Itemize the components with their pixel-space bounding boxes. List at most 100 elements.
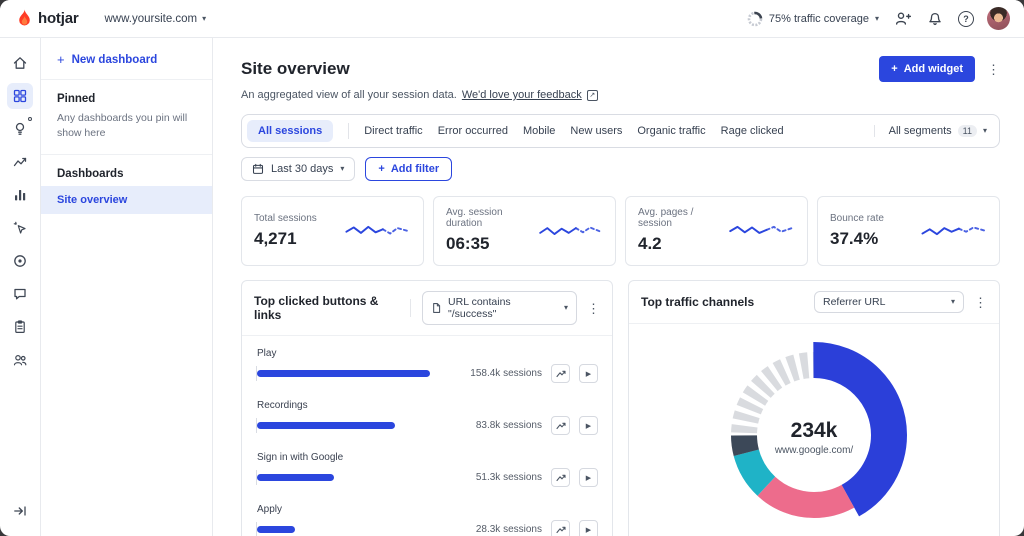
invite-user-button[interactable]: [892, 9, 912, 29]
rail-insights-button[interactable]: [7, 116, 33, 142]
sidebar-item-site-overview[interactable]: Site overview: [41, 186, 212, 215]
segment-mobile[interactable]: Mobile: [523, 125, 555, 137]
new-dashboard-button[interactable]: + New dashboard: [41, 38, 212, 80]
bar: [257, 422, 396, 429]
bar-track: [256, 418, 449, 433]
play-recordings-button[interactable]: ▶: [579, 468, 598, 487]
site-selector[interactable]: www.yoursite.com ▾: [104, 13, 206, 25]
donut-svg: [721, 342, 907, 528]
record-target-icon: [14, 255, 26, 267]
link-label: Apply: [257, 504, 283, 515]
rail-surveys-button[interactable]: [7, 314, 33, 340]
play-recordings-button[interactable]: ▶: [579, 364, 598, 383]
segment-divider: [348, 123, 350, 139]
segments-count-badge: 11: [957, 125, 977, 137]
app-shell: + New dashboard Pinned Any dashboards yo…: [0, 38, 1024, 536]
play-icon: ▶: [585, 422, 592, 430]
sidebar: + New dashboard Pinned Any dashboards yo…: [41, 38, 213, 536]
stat-label: Total sessions: [254, 212, 317, 224]
help-button[interactable]: ?: [958, 10, 974, 27]
rail-feedback-button[interactable]: [7, 281, 33, 307]
segment-rage-clicked[interactable]: Rage clicked: [721, 125, 784, 137]
subtitle-text: An aggregated view of all your session d…: [241, 89, 457, 101]
segment-organic-traffic[interactable]: Organic traffic: [637, 125, 705, 137]
flame-icon: [19, 9, 30, 26]
chevron-down-icon: ▾: [982, 126, 987, 135]
segment-direct-traffic[interactable]: Direct traffic: [364, 125, 422, 137]
rail-heatmaps-button[interactable]: [7, 215, 33, 241]
add-widget-button[interactable]: + Add widget: [879, 56, 975, 82]
view-trend-button[interactable]: [551, 520, 570, 536]
bar: [257, 370, 430, 377]
page-header: Site overview + Add widget ⋮: [241, 56, 1000, 82]
segment-new-users[interactable]: New users: [570, 125, 622, 137]
plus-icon: +: [891, 63, 898, 75]
list-item: Recordings 83.8k sessions ▶: [256, 400, 598, 435]
bar-track: [256, 366, 449, 381]
sessions-count: 83.8k sessions: [475, 420, 542, 431]
play-recordings-button[interactable]: ▶: [579, 520, 598, 536]
widget-title: Top traffic channels: [641, 295, 755, 309]
sparkline-chart: [729, 225, 794, 234]
trends-icon: [13, 157, 27, 167]
widget-menu-button[interactable]: ⋮: [587, 302, 600, 315]
segments-bar: All sessions Direct traffic Error occurr…: [241, 114, 1000, 148]
bar-track: [256, 522, 449, 536]
widget-menu-button[interactable]: ⋮: [974, 296, 987, 309]
play-recordings-button[interactable]: ▶: [579, 416, 598, 435]
traffic-coverage-menu[interactable]: 75% traffic coverage ▾: [747, 11, 879, 27]
date-range-label: Last 30 days: [271, 163, 334, 175]
beta-badge: [28, 117, 32, 121]
stat-card-bounce-rate[interactable]: Bounce rate 37.4%: [817, 196, 1000, 266]
notifications-button[interactable]: [925, 9, 945, 29]
trend-icon: [555, 422, 566, 429]
add-filter-label: Add filter: [390, 163, 440, 175]
stat-card-avg-session-duration[interactable]: Avg. session duration 06:35: [433, 196, 616, 266]
sessions-count: 158.4k sessions: [470, 368, 542, 379]
segment-chip-all-sessions[interactable]: All sessions: [247, 120, 334, 142]
users-icon: [13, 355, 27, 366]
add-widget-label: Add widget: [903, 63, 963, 75]
feedback-link[interactable]: We'd love your feedback: [462, 89, 582, 101]
calendar-icon: [252, 163, 264, 174]
rail-dashboards-button[interactable]: [7, 83, 33, 109]
top-clicked-widget: Top clicked buttons & links URL contains…: [241, 280, 613, 536]
page-menu-button[interactable]: ⋮: [987, 63, 1000, 76]
page-title: Site overview: [241, 59, 350, 78]
chevron-down-icon: ▾: [950, 297, 955, 306]
add-filter-button[interactable]: + Add filter: [365, 157, 453, 181]
filter-row: Last 30 days ▾ + Add filter: [241, 157, 1000, 181]
stat-card-avg-pages-session[interactable]: Avg. pages / session 4.2: [625, 196, 808, 266]
hotjar-logo[interactable]: hotjar: [16, 9, 79, 28]
top-clicked-header: Top clicked buttons & links URL contains…: [242, 281, 612, 336]
date-range-dropdown[interactable]: Last 30 days ▾: [241, 157, 356, 181]
view-trend-button[interactable]: [551, 416, 570, 435]
trend-icon: [555, 370, 566, 377]
rail-recordings-button[interactable]: [7, 248, 33, 274]
url-filter-dropdown[interactable]: URL contains "/success" ▾: [422, 291, 577, 325]
chevron-down-icon: ▾: [874, 13, 879, 23]
view-trend-button[interactable]: [551, 468, 570, 487]
rail-home-button[interactable]: [7, 50, 33, 76]
rail-trends-button[interactable]: [7, 149, 33, 175]
external-link-icon: ↗: [586, 89, 598, 101]
avatar[interactable]: [987, 7, 1010, 30]
rail-collapse-button[interactable]: [7, 498, 33, 524]
trend-icon: [555, 526, 566, 533]
rail-users-button[interactable]: [7, 347, 33, 373]
stat-card-total-sessions[interactable]: Total sessions 4,271: [241, 196, 424, 266]
play-icon: ▶: [585, 526, 592, 534]
referrer-dropdown[interactable]: Referrer URL ▾: [814, 291, 964, 313]
segment-error-occurred[interactable]: Error occurred: [438, 125, 508, 137]
plus-icon: +: [378, 163, 385, 175]
all-segments-dropdown[interactable]: All segments 11 ▾: [873, 125, 987, 137]
link-label: Sign in with Google: [257, 452, 344, 463]
chevron-down-icon: ▾: [202, 13, 207, 23]
list-item: Apply 28.3k sessions ▶: [256, 504, 598, 536]
dashboards-grid-icon: [13, 89, 27, 103]
rail-metrics-button[interactable]: [7, 182, 33, 208]
pinned-empty-text: Any dashboards you pin will show here: [41, 111, 212, 156]
home-icon: [13, 57, 27, 69]
donut-chart[interactable]: 234k www.google.com/: [719, 340, 909, 535]
view-trend-button[interactable]: [551, 364, 570, 383]
